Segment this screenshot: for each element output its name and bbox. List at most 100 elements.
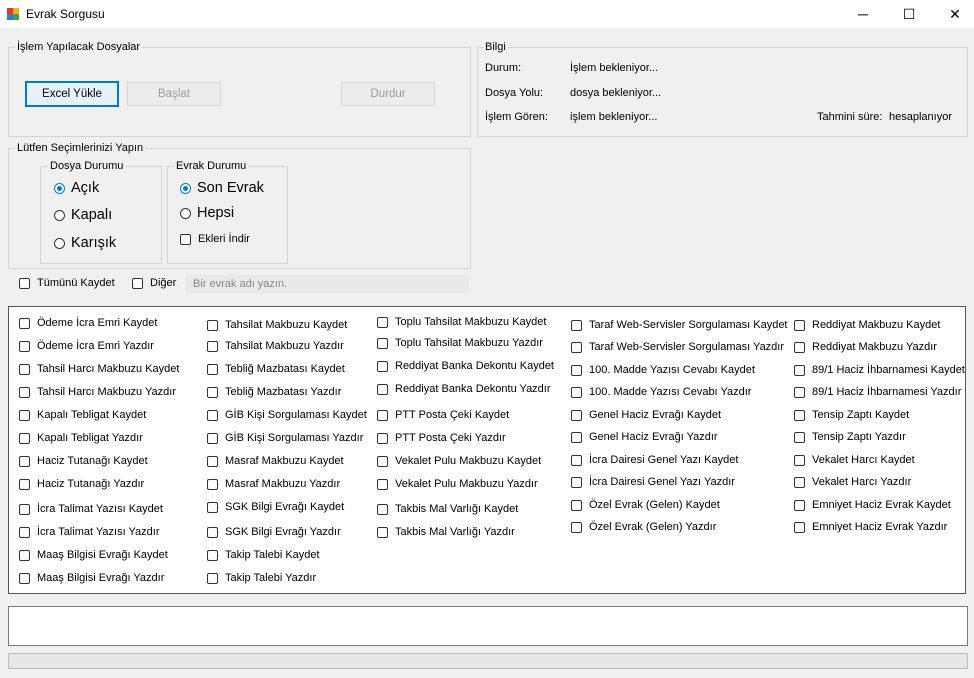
doc-checkbox[interactable]: Maaş Bilgisi Evrağı Kaydet <box>19 549 168 561</box>
doc-checkbox[interactable]: Vekalet Pulu Makbuzu Kaydet <box>377 455 541 467</box>
radio-selected-icon <box>180 182 191 194</box>
checkbox-icon <box>794 499 805 511</box>
output-box[interactable] <box>8 606 968 646</box>
attachments-checkbox[interactable]: Ekleri İndir <box>180 233 250 245</box>
doc-checkbox[interactable]: Reddiyat Makbuzu Yazdır <box>794 341 937 353</box>
doc-checkbox[interactable]: Tahsil Harcı Makbuzu Kaydet <box>19 363 179 375</box>
doc-checkbox[interactable]: Taraf Web-Servisler Sorgulaması Kaydet <box>571 319 788 331</box>
doc-checkbox[interactable]: 89/1 Haciz İhbarnamesi Yazdır <box>794 386 961 398</box>
doc-checkbox[interactable]: PTT Posta Çeki Yazdır <box>377 432 506 444</box>
checkbox-icon <box>207 501 218 513</box>
doc-checkbox[interactable]: 100. Madde Yazısı Cevabı Yazdır <box>571 386 751 398</box>
doc-checkbox[interactable]: Haciz Tutanağı Yazdır <box>19 478 144 490</box>
doc-checkbox[interactable]: Ödeme İcra Emri Kaydet <box>19 317 157 329</box>
app-icon <box>7 8 19 20</box>
doc-checkbox[interactable]: Tensip Zaptı Yazdır <box>794 431 906 443</box>
doc-checkbox[interactable]: Kapalı Tebligat Yazdır <box>19 432 143 444</box>
checkbox-icon <box>19 277 30 289</box>
doc-checkbox-label: Reddiyat Makbuzu Kaydet <box>812 319 941 331</box>
doc-checkbox[interactable]: Emniyet Haciz Evrak Yazdır <box>794 521 947 533</box>
maximize-button[interactable]: ☐ <box>886 0 932 28</box>
maximize-icon: ☐ <box>902 5 916 22</box>
checkbox-icon <box>19 478 30 490</box>
minimize-button[interactable]: ─ <box>840 0 886 28</box>
doc-checkbox-label: 100. Madde Yazısı Cevabı Kaydet <box>589 364 755 376</box>
doc-checkbox-label: 89/1 Haciz İhbarnamesi Kaydet <box>812 364 965 376</box>
doc-checkbox[interactable]: Vekalet Harcı Yazdır <box>794 476 911 488</box>
doc-checkbox[interactable]: Takbis Mal Varlığı Kaydet <box>377 503 518 515</box>
checkbox-icon <box>571 431 582 443</box>
checkbox-icon <box>132 277 143 289</box>
doc-checkbox[interactable]: Haciz Tutanağı Kaydet <box>19 455 148 467</box>
other-doc-input[interactable]: Bir evrak adı yazın. <box>186 275 469 293</box>
doc-checkbox[interactable]: Vekalet Harcı Kaydet <box>794 454 915 466</box>
doc-checkbox[interactable]: İcra Dairesi Genel Yazı Kaydet <box>571 454 738 466</box>
doc-checkbox[interactable]: Tebliğ Mazbatası Kaydet <box>207 363 345 375</box>
status-label: Durum: <box>485 62 522 74</box>
doc-checkbox-label: Takbis Mal Varlığı Yazdır <box>395 526 515 538</box>
doc-checkbox[interactable]: Toplu Tahsilat Makbuzu Yazdır <box>377 337 543 349</box>
doc-checkbox[interactable]: Takip Talebi Kaydet <box>207 549 320 561</box>
checkbox-icon <box>19 386 30 398</box>
doc-checkbox[interactable]: Emniyet Haciz Evrak Kaydet <box>794 499 951 511</box>
doc-checkbox[interactable]: Tebliğ Mazbatası Yazdır <box>207 386 341 398</box>
doc-checkbox[interactable]: Reddiyat Banka Dekontu Kaydet <box>377 360 554 372</box>
doc-checkbox-label: Tahsilat Makbuzu Kaydet <box>225 319 348 331</box>
doc-checkbox[interactable]: Genel Haciz Evrağı Kaydet <box>571 409 721 421</box>
doc-checkbox-label: Ödeme İcra Emri Kaydet <box>37 317 158 329</box>
doc-checkbox[interactable]: Vekalet Pulu Makbuzu Yazdır <box>377 478 538 490</box>
doc-checkbox-label: 100. Madde Yazısı Cevabı Yazdır <box>589 386 752 398</box>
doc-checkbox[interactable]: Ödeme İcra Emri Yazdır <box>19 340 154 352</box>
doc-checkbox[interactable]: İcra Talimat Yazısı Kaydet <box>19 503 163 515</box>
save-all-checkbox[interactable]: Tümünü Kaydet <box>19 277 115 289</box>
doc-checkbox[interactable]: GİB Kişi Sorgulaması Yazdır <box>207 432 363 444</box>
doc-checkbox[interactable]: SGK Bilgi Evrağı Kaydet <box>207 501 344 513</box>
doc-checkbox[interactable]: Genel Haciz Evrağı Yazdır <box>571 431 718 443</box>
doc-checkbox[interactable]: Reddiyat Makbuzu Kaydet <box>794 319 940 331</box>
checkbox-icon <box>794 476 805 488</box>
doc-checkbox[interactable]: Tahsil Harcı Makbuzu Yazdır <box>19 386 176 398</box>
doc-checkbox[interactable]: İcra Dairesi Genel Yazı Yazdır <box>571 476 735 488</box>
doc-checkbox[interactable]: Masraf Makbuzu Yazdır <box>207 478 340 490</box>
radio-open[interactable]: Açık <box>54 180 99 196</box>
doc-checkbox[interactable]: PTT Posta Çeki Kaydet <box>377 409 509 421</box>
other-checkbox[interactable]: Diğer <box>132 277 176 289</box>
doc-checkbox[interactable]: İcra Talimat Yazısı Yazdır <box>19 526 159 538</box>
doc-checkbox-label: Tahsilat Makbuzu Yazdır <box>225 340 344 352</box>
doc-checkbox[interactable]: Masraf Makbuzu Kaydet <box>207 455 344 467</box>
start-button[interactable]: Başlat <box>127 82 221 106</box>
doc-checkbox[interactable]: GİB Kişi Sorgulaması Kaydet <box>207 409 367 421</box>
doc-checkbox[interactable]: Tensip Zaptı Kaydet <box>794 409 909 421</box>
close-icon: ✕ <box>949 5 961 22</box>
doc-checkbox[interactable]: Maaş Bilgisi Evrağı Yazdır <box>19 572 164 584</box>
progress-bar <box>8 653 968 669</box>
doc-checkbox[interactable]: Reddiyat Banka Dekontu Yazdır <box>377 383 551 395</box>
stop-button[interactable]: Durdur <box>341 82 435 106</box>
radio-closed[interactable]: Kapalı <box>54 207 112 223</box>
doc-checkbox[interactable]: Özel Evrak (Gelen) Kaydet <box>571 499 720 511</box>
doc-checkbox[interactable]: 89/1 Haciz İhbarnamesi Kaydet <box>794 364 965 376</box>
doc-checkbox-label: SGK Bilgi Evrağı Kaydet <box>225 501 345 513</box>
doc-checkbox[interactable]: Tahsilat Makbuzu Kaydet <box>207 319 347 331</box>
radio-mixed[interactable]: Karışık <box>54 235 116 251</box>
checkbox-icon <box>571 409 582 421</box>
doc-checkbox[interactable]: 100. Madde Yazısı Cevabı Kaydet <box>571 364 755 376</box>
radio-last-doc[interactable]: Son Evrak <box>180 180 264 196</box>
doc-checkbox[interactable]: Takbis Mal Varlığı Yazdır <box>377 526 515 538</box>
close-button[interactable]: ✕ <box>932 0 974 28</box>
checkbox-icon <box>207 432 218 444</box>
doc-checkbox[interactable]: SGK Bilgi Evrağı Yazdır <box>207 526 341 538</box>
doc-checkbox[interactable]: Toplu Tahsilat Makbuzu Kaydet <box>377 316 546 328</box>
excel-upload-button[interactable]: Excel Yükle <box>25 81 119 107</box>
doc-checkbox[interactable]: Takip Talebi Yazdır <box>207 572 316 584</box>
doc-checkbox[interactable]: Özel Evrak (Gelen) Yazdır <box>571 521 716 533</box>
doc-checkbox-label: Masraf Makbuzu Yazdır <box>225 478 341 490</box>
checkbox-icon <box>794 431 805 443</box>
checkbox-icon <box>207 526 218 538</box>
doc-checkbox-label: Toplu Tahsilat Makbuzu Kaydet <box>395 316 547 328</box>
doc-checkbox[interactable]: Tahsilat Makbuzu Yazdır <box>207 340 344 352</box>
doc-checkbox[interactable]: Taraf Web-Servisler Sorgulaması Yazdır <box>571 341 784 353</box>
radio-all[interactable]: Hepsi <box>180 205 234 221</box>
doc-checkbox[interactable]: Kapalı Tebligat Kaydet <box>19 409 146 421</box>
checkbox-icon <box>19 503 30 515</box>
